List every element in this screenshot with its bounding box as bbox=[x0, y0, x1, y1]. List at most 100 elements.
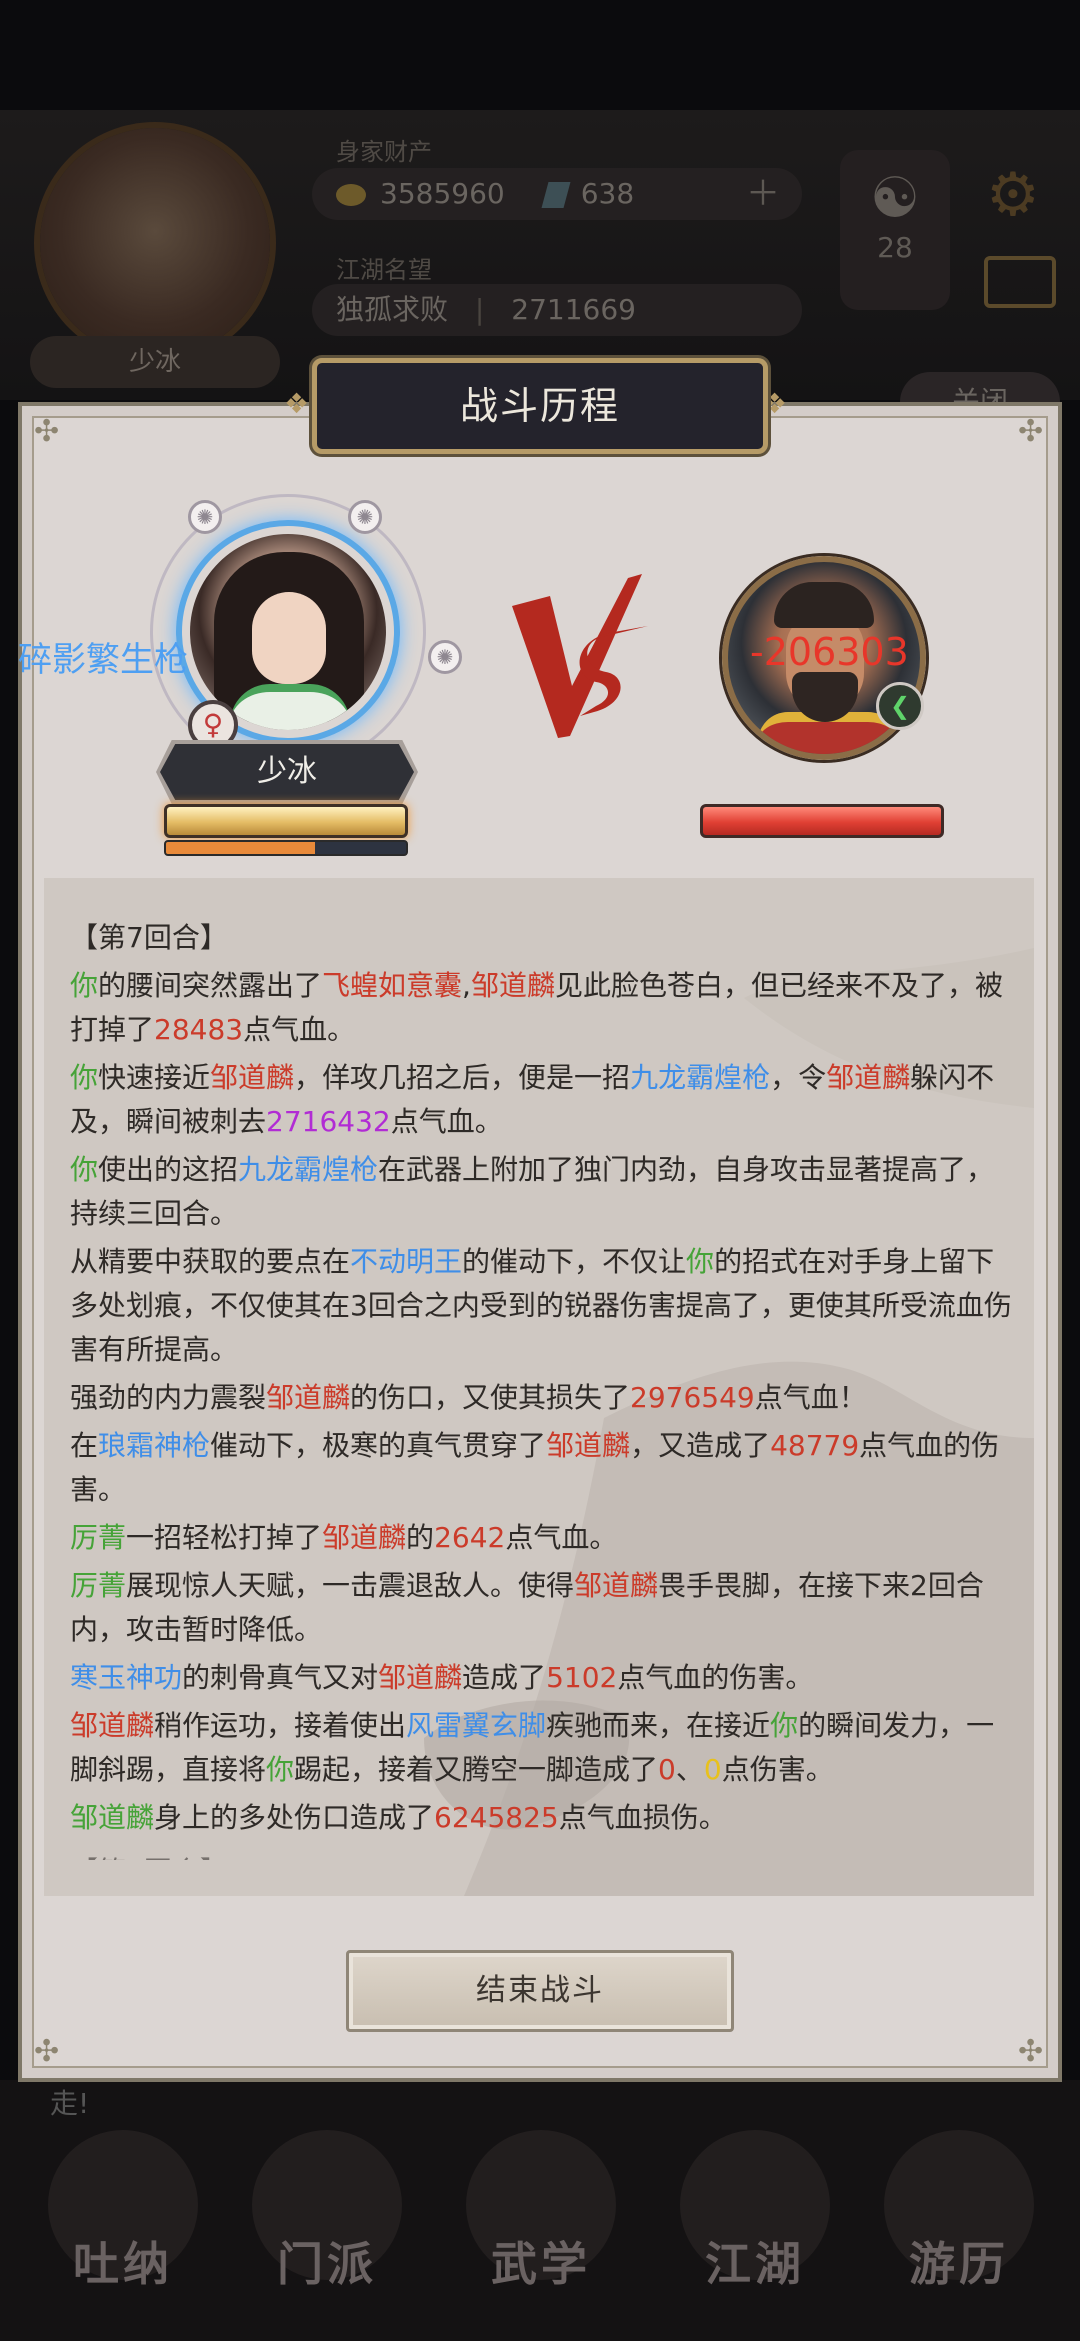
log-text: 的催动下，不仅让 bbox=[462, 1245, 687, 1278]
log-text: 、 bbox=[675, 1753, 704, 1786]
log-text: ，又造成了 bbox=[630, 1429, 771, 1462]
level-value: 28 bbox=[877, 231, 913, 264]
player-name-label: 少冰 bbox=[30, 336, 280, 388]
corner-ornament-icon: ✣ bbox=[1018, 414, 1044, 449]
level-badge[interactable]: ☯ 28 bbox=[840, 150, 950, 310]
player-avatar[interactable] bbox=[40, 128, 270, 358]
reputation-value: 2711669 bbox=[511, 293, 636, 326]
log-highlight: 厉菁 bbox=[70, 1521, 127, 1554]
log-text: 强劲的内力震裂 bbox=[70, 1381, 267, 1414]
nav-item-menpai[interactable]: 门派 bbox=[232, 2130, 422, 2330]
dialog-title: 战斗历程 bbox=[312, 358, 768, 454]
log-text: 的伤口，又使其损失了 bbox=[350, 1381, 631, 1414]
coin-icon bbox=[336, 184, 366, 206]
end-battle-button[interactable]: 结束战斗 bbox=[346, 1950, 734, 2032]
damage-popup-text: -206303 bbox=[750, 630, 909, 674]
log-highlight: 0 bbox=[658, 1753, 676, 1786]
log-entry: 从精要中获取的要点在不动明王的催动下，不仅让你的招式在对手身上留下多处划痕，不仅… bbox=[70, 1240, 1020, 1372]
log-highlight: 6245825 bbox=[434, 1801, 559, 1834]
title-wing-right-icon: ❖ bbox=[762, 387, 788, 420]
title-text: 独孤求败 bbox=[336, 293, 449, 326]
log-entry: 你快速接近邹道麟，佯攻几招之后，便是一招九龙霸煌枪，令邹道麟躲闪不及，瞬间被刺去… bbox=[70, 1056, 1020, 1144]
mail-icon[interactable] bbox=[984, 256, 1056, 308]
gem-icon bbox=[541, 182, 571, 208]
background-strip-text: 走! bbox=[50, 2087, 90, 2120]
log-highlight: 邹道麟 bbox=[266, 1381, 351, 1414]
log-text: 展现惊人天赋，一击震退敌人。使得 bbox=[126, 1569, 575, 1602]
log-highlight: 风雷翼玄脚 bbox=[406, 1709, 547, 1742]
player-energy-bar bbox=[164, 840, 408, 856]
log-highlight: 48779 bbox=[770, 1429, 860, 1462]
log-highlight: 邹道麟 bbox=[574, 1569, 659, 1602]
nav-label: 江湖 bbox=[705, 2237, 805, 2291]
coin-count: 3585960 bbox=[380, 177, 505, 210]
vs-emblem-icon bbox=[512, 574, 648, 738]
log-entry: 你使出的这招九龙霸煌枪在武器上附加了独门内劲，自身攻击显著提高了，持续三回合。 bbox=[70, 1148, 1020, 1236]
log-highlight: 厉菁 bbox=[70, 1569, 127, 1602]
log-highlight: 琅霜神枪 bbox=[98, 1429, 211, 1462]
log-text: 造成了 bbox=[462, 1661, 547, 1694]
nav-label: 门派 bbox=[277, 2237, 377, 2291]
log-entry: 厉菁一招轻松打掉了邹道麟的2642点气血。 bbox=[70, 1516, 1020, 1560]
combat-log-text: 【第7回合】 你的腰间突然露出了飞蝗如意囊,邹道麟见此脸色苍白，但已经来不及了，… bbox=[70, 916, 1020, 1860]
log-highlight: 你 bbox=[70, 1061, 99, 1094]
enemy-hp-bar bbox=[700, 804, 944, 838]
skill-popup-text: 碎影繁生枪 bbox=[18, 640, 188, 680]
currency-bar: 3585960 638 ＋ bbox=[312, 168, 802, 220]
log-text: 的 bbox=[406, 1521, 435, 1554]
corner-ornament-icon: ✣ bbox=[34, 414, 60, 449]
nav-item-wuxue[interactable]: 武学 bbox=[446, 2130, 636, 2330]
combat-log[interactable]: 【第7回合】 你的腰间突然露出了飞蝗如意囊,邹道麟见此脸色苍白，但已经来不及了，… bbox=[44, 878, 1034, 1896]
reputation-label: 江湖名望 bbox=[336, 256, 432, 284]
nav-label: 吐纳 bbox=[73, 2237, 173, 2291]
nav-label: 游历 bbox=[909, 2237, 1009, 2291]
log-text: 点气血损伤。 bbox=[558, 1801, 727, 1834]
log-text: 一招轻松打掉了 bbox=[126, 1521, 323, 1554]
add-currency-button[interactable]: ＋ bbox=[746, 168, 780, 220]
log-text: ，令 bbox=[770, 1061, 827, 1094]
log-highlight: 5102 bbox=[546, 1661, 618, 1694]
log-text: 疾驰而来，在接近 bbox=[546, 1709, 771, 1742]
nav-item-youli[interactable]: 游历 bbox=[864, 2130, 1054, 2330]
nav-item-jianghu[interactable]: 江湖 bbox=[660, 2130, 850, 2330]
reputation-bar: 独孤求败 | 2711669 bbox=[312, 284, 802, 336]
log-text: 的刺骨真气又对 bbox=[182, 1661, 379, 1694]
log-highlight: 2716432 bbox=[266, 1105, 391, 1138]
corner-ornament-icon: ✣ bbox=[1018, 2034, 1044, 2069]
log-highlight: 邹道麟 bbox=[210, 1061, 295, 1094]
log-highlight: 你 bbox=[686, 1245, 715, 1278]
log-text: 点气血的伤害。 bbox=[617, 1661, 814, 1694]
star-icon: ✺ bbox=[348, 500, 382, 534]
log-entry: 你的腰间突然露出了飞蝗如意囊,邹道麟见此脸色苍白，但已经来不及了，被打掉了284… bbox=[70, 964, 1020, 1052]
log-entry: 邹道麟身上的多处伤口造成了6245825点气血损伤。 bbox=[70, 1796, 1020, 1840]
log-highlight: 飞蝗如意囊 bbox=[322, 969, 463, 1002]
corner-ornament-icon: ✣ bbox=[34, 2034, 60, 2069]
star-icon: ✺ bbox=[428, 640, 462, 674]
log-text: 身上的多处伤口造成了 bbox=[154, 1801, 435, 1834]
log-text: ，佯攻几招之后，便是一招 bbox=[294, 1061, 631, 1094]
log-text: 点气血。 bbox=[505, 1521, 618, 1554]
log-entry: 寒玉神功的刺骨真气又对邹道麟造成了5102点气血的伤害。 bbox=[70, 1656, 1020, 1700]
log-highlight: 2976549 bbox=[630, 1381, 755, 1414]
log-highlight: 你 bbox=[70, 969, 99, 1002]
nav-label: 武学 bbox=[491, 2237, 591, 2291]
gem-count: 638 bbox=[580, 177, 635, 210]
round-header: 【第7回合】 bbox=[70, 921, 228, 954]
player-name-plate: 少冰 bbox=[160, 744, 414, 800]
nav-item-tuna[interactable]: 吐纳 bbox=[28, 2130, 218, 2330]
log-highlight: 你 bbox=[70, 1153, 99, 1186]
log-highlight: 邹道麟 bbox=[546, 1429, 631, 1462]
log-highlight: 九龙霸煌枪 bbox=[630, 1061, 771, 1094]
log-highlight: 不动明王 bbox=[350, 1245, 463, 1278]
log-text: 在 bbox=[70, 1429, 99, 1462]
log-entry: 在琅霜神枪催动下，极寒的真气贯穿了邹道麟，又造成了48779点气血的伤害。 bbox=[70, 1424, 1020, 1512]
log-text: 点伤害。 bbox=[721, 1753, 834, 1786]
log-entry: 厉菁展现惊人天赋，一击震退敌人。使得邹道麟畏手畏脚，在接下来2回合内，攻击暂时降… bbox=[70, 1564, 1020, 1652]
log-highlight: 邹道麟 bbox=[826, 1061, 911, 1094]
taiji-icon: ☯ bbox=[869, 166, 921, 231]
settings-gear-icon[interactable]: ⚙ bbox=[986, 160, 1040, 230]
log-text: 从精要中获取的要点在 bbox=[70, 1245, 351, 1278]
log-text: 使出的这招 bbox=[98, 1153, 239, 1186]
log-highlight: 28483 bbox=[154, 1013, 244, 1046]
log-text: 点气血！ bbox=[754, 1381, 867, 1414]
